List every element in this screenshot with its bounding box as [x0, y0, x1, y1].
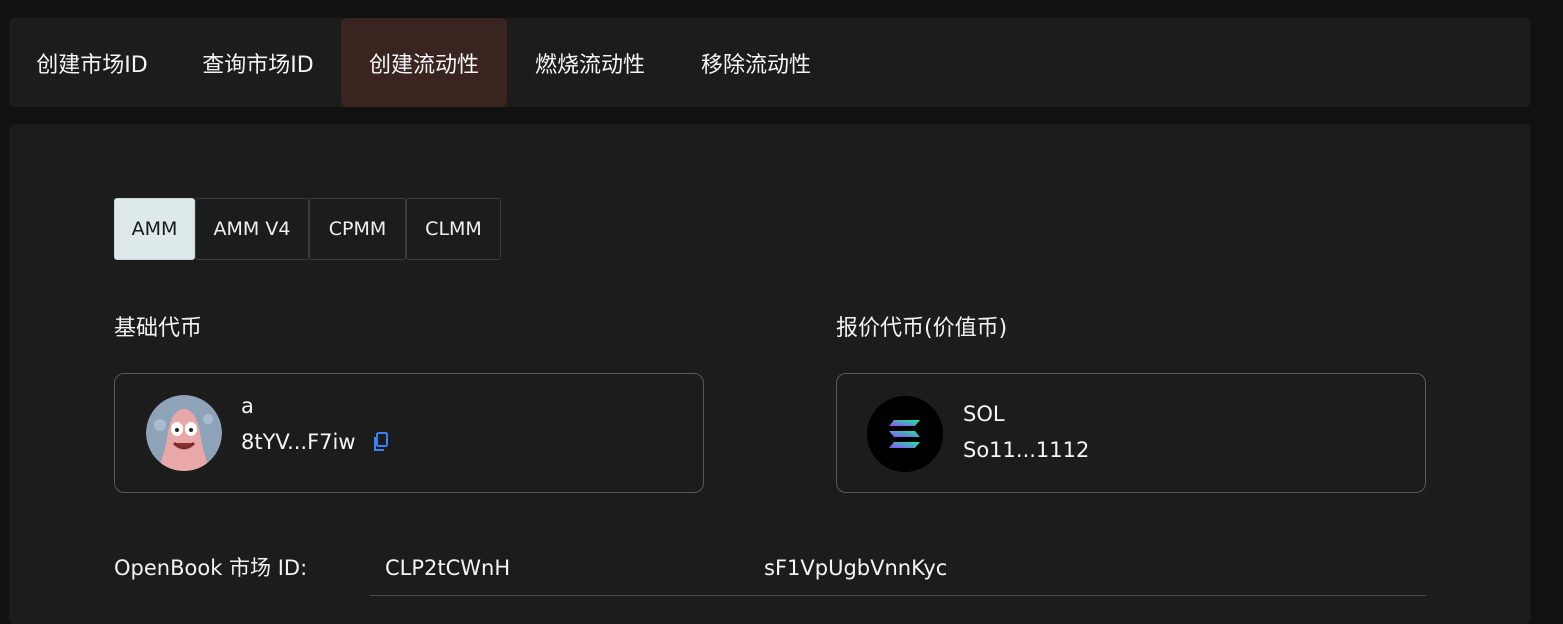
pool-type-clmm[interactable]: CLMM	[406, 198, 501, 260]
tab-burn-liquidity[interactable]: 燃烧流动性	[507, 18, 673, 107]
pool-type-cpmm[interactable]: CPMM	[309, 198, 406, 260]
tab-remove-liquidity[interactable]: 移除流动性	[673, 18, 839, 107]
base-token-symbol: a	[241, 394, 254, 418]
base-token-label: 基础代币	[114, 316, 203, 341]
market-id-label: OpenBook 市场 ID:	[114, 556, 308, 580]
quote-token-symbol: SOL	[963, 402, 1005, 426]
copy-icon[interactable]	[373, 432, 389, 456]
solana-logo-icon	[867, 396, 943, 472]
tab-query-market-id[interactable]: 查询市场ID	[175, 18, 341, 107]
top-nav-bar: 创建市场ID 查询市场ID 创建流动性 燃烧流动性 移除流动性	[9, 18, 1531, 107]
tab-create-liquidity[interactable]: 创建流动性	[341, 18, 507, 107]
pool-type-amm[interactable]: AMM	[114, 198, 195, 260]
base-token-selector[interactable]: a 8tYV...F7iw	[114, 373, 704, 493]
patrick-avatar-icon	[146, 395, 222, 471]
quote-token-address: So11...1112	[963, 438, 1090, 462]
market-id-input[interactable]	[370, 540, 1426, 596]
base-token-address: 8tYV...F7iw	[241, 430, 356, 454]
pool-type-amm-v4[interactable]: AMM V4	[195, 198, 309, 260]
quote-token-label: 报价代币(价值币)	[836, 316, 1008, 341]
quote-token-selector[interactable]: SOL So11...1112	[836, 373, 1426, 493]
tab-create-market-id[interactable]: 创建市场ID	[9, 18, 175, 107]
